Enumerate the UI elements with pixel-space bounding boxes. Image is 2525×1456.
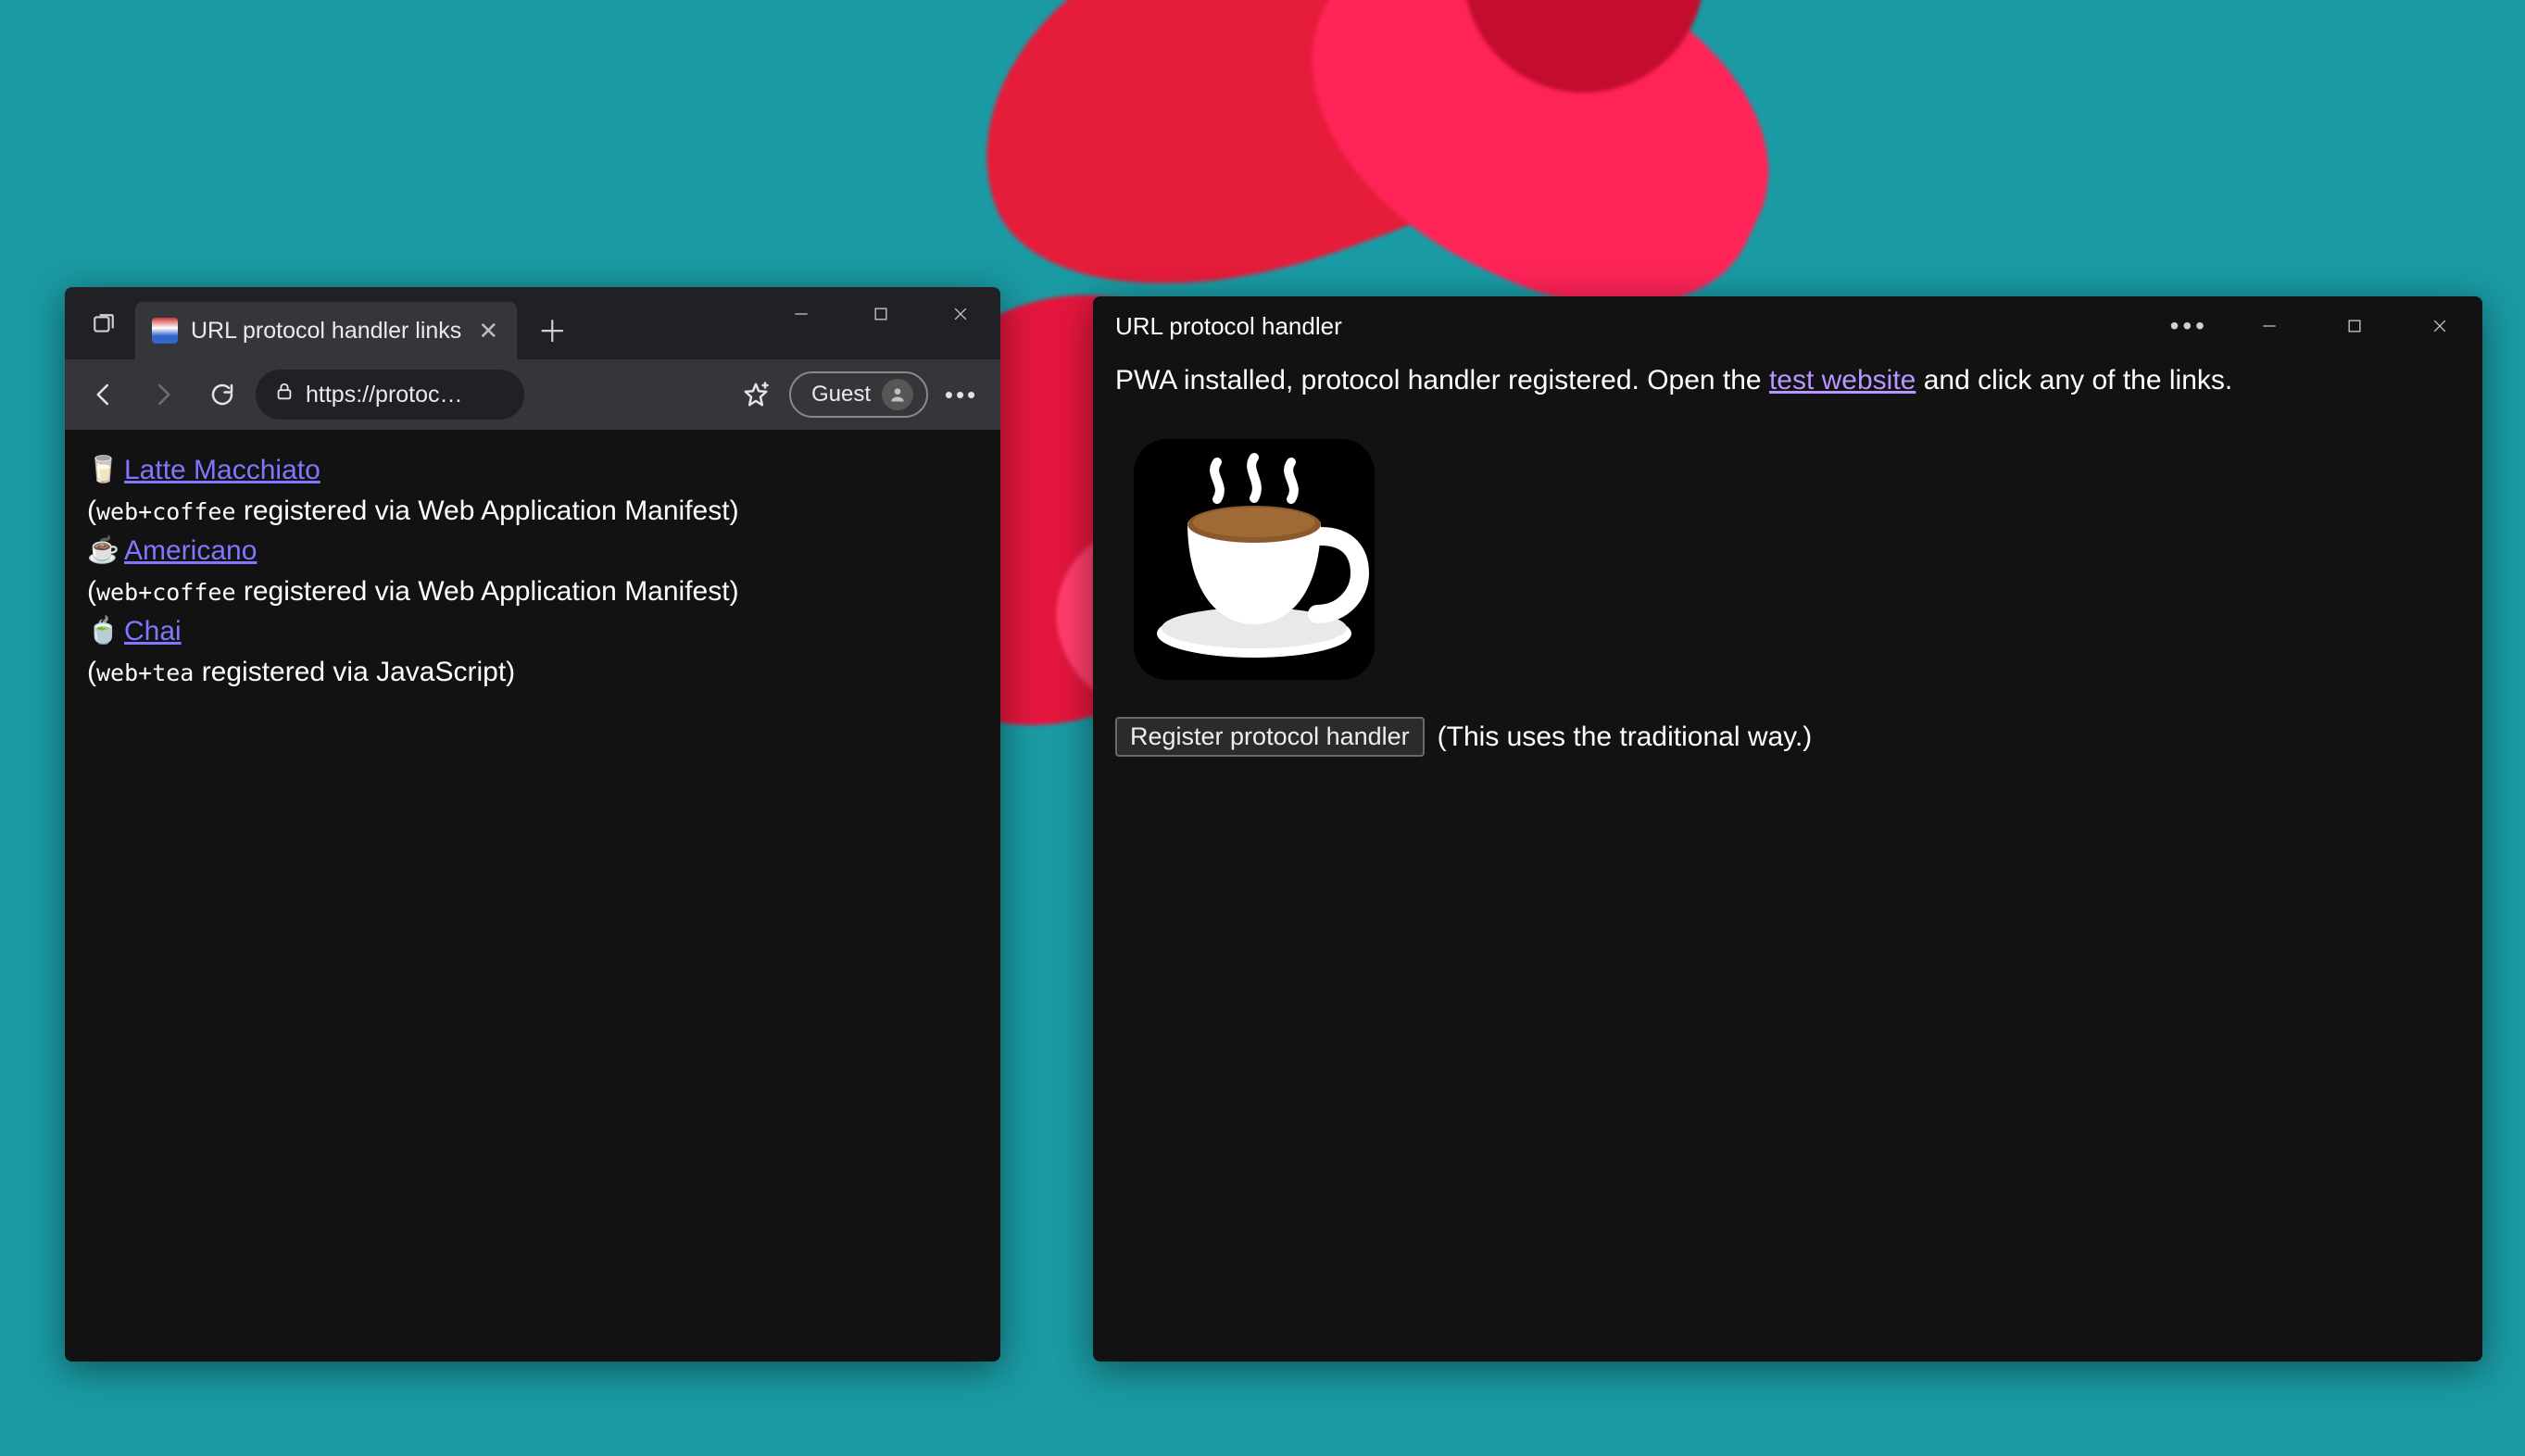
register-protocol-button[interactable]: Register protocol handler	[1115, 717, 1425, 757]
favorites-button[interactable]	[730, 369, 782, 420]
tab-actions-button[interactable]	[78, 298, 130, 350]
register-note: (This uses the traditional way.)	[1438, 722, 1813, 753]
coffee-cup-icon	[1115, 420, 2460, 689]
link-note: (web+coffee registered via Web Applicati…	[87, 491, 978, 532]
browser-window: URL protocol handler links ✕ ＋ https://p…	[65, 287, 1000, 1362]
link-note: (web+coffee registered via Web Applicati…	[87, 571, 978, 612]
tab-close-icon[interactable]: ✕	[474, 317, 502, 345]
minimize-button[interactable]	[761, 287, 841, 341]
site-info-icon[interactable]	[274, 382, 295, 408]
drink-emoji-icon: 🍵	[87, 612, 119, 650]
address-bar[interactable]: https://protoc…	[256, 370, 524, 420]
window-controls	[761, 287, 1000, 341]
profile-button[interactable]: Guest	[789, 371, 928, 418]
profile-label: Guest	[811, 382, 871, 408]
browser-toolbar: https://protoc… Guest •••	[65, 359, 1000, 430]
page-content: 🥛 Latte Macchiato (web+coffee registered…	[65, 430, 1000, 1362]
forward-button[interactable]	[137, 369, 189, 420]
tabstrip: URL protocol handler links ✕ ＋	[65, 287, 1000, 359]
back-button[interactable]	[78, 369, 130, 420]
drink-emoji-icon: ☕	[87, 532, 119, 570]
pwa-window: URL protocol handler ••• PWA installed, …	[1093, 296, 2482, 1362]
link-note: (web+tea registered via JavaScript)	[87, 652, 978, 693]
new-tab-button[interactable]: ＋	[526, 304, 578, 356]
maximize-button[interactable]	[841, 287, 921, 341]
link-chai[interactable]: Chai	[124, 611, 182, 652]
pwa-content: PWA installed, protocol handler register…	[1093, 356, 2482, 779]
intro-text: PWA installed, protocol handler register…	[1115, 365, 2460, 396]
reload-button[interactable]	[196, 369, 248, 420]
app-menu-button[interactable]: •••	[2152, 311, 2227, 341]
minimize-button[interactable]	[2227, 296, 2312, 356]
more-menu-button[interactable]: •••	[936, 369, 987, 420]
tab-title: URL protocol handler links	[191, 318, 461, 345]
close-window-button[interactable]	[921, 287, 1000, 341]
address-text: https://protoc…	[306, 382, 463, 408]
link-americano[interactable]: Americano	[124, 531, 257, 571]
test-website-link[interactable]: test website	[1769, 365, 1916, 395]
link-latte-macchiato[interactable]: Latte Macchiato	[124, 450, 320, 491]
browser-tab[interactable]: URL protocol handler links ✕	[135, 302, 517, 359]
avatar-icon	[882, 379, 913, 410]
tab-favicon	[152, 318, 178, 344]
drink-emoji-icon: 🥛	[87, 451, 119, 489]
pwa-title: URL protocol handler	[1115, 312, 1342, 341]
close-window-button[interactable]	[2397, 296, 2482, 356]
pwa-titlebar: URL protocol handler •••	[1093, 296, 2482, 356]
maximize-button[interactable]	[2312, 296, 2397, 356]
